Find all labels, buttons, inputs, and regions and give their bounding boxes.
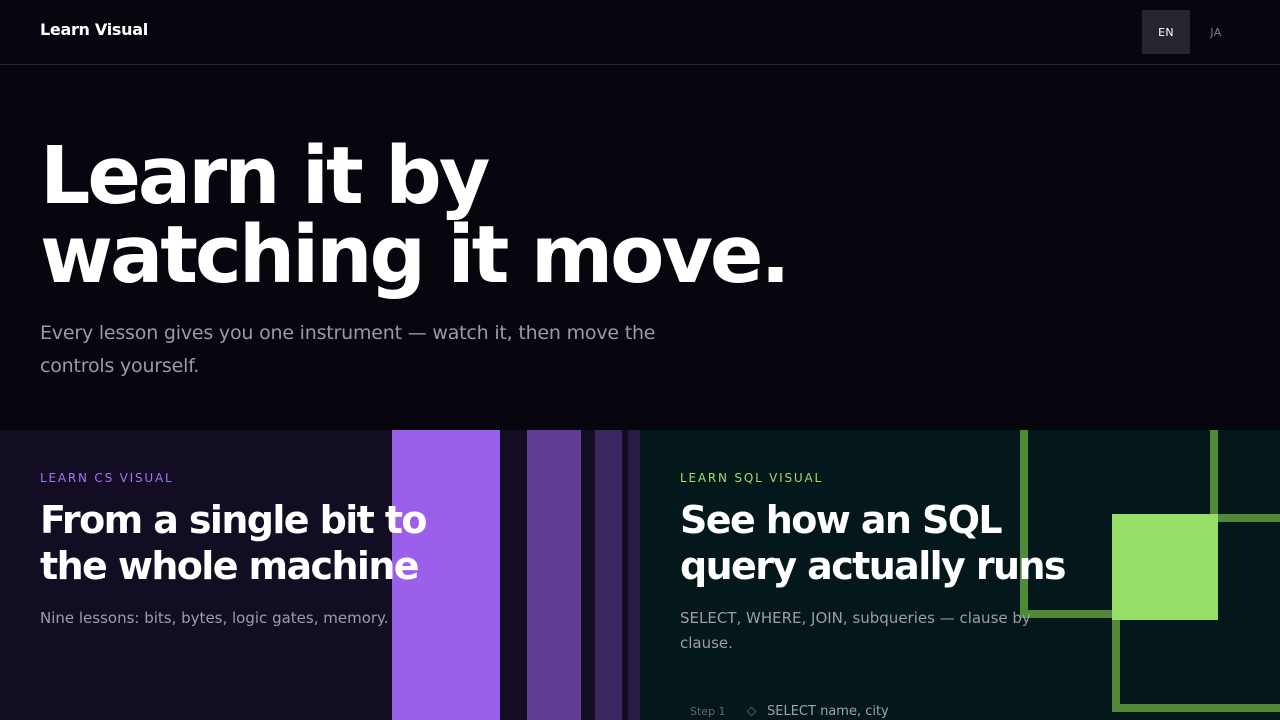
hero-title-line: Learn it by: [40, 130, 490, 222]
language-en-button[interactable]: EN: [1142, 10, 1190, 54]
card-eyebrow: LEARN CS VISUAL: [40, 471, 174, 485]
hero-subtitle: Every lesson gives you one instrument — …: [40, 322, 656, 377]
hero-title: Learn it by watching it move.: [40, 130, 791, 301]
card-eyebrow: LEARN SQL VISUAL: [680, 471, 824, 485]
card-title-line: From a single bit to: [40, 498, 427, 542]
card-description: Nine lessons: bits, bytes, logic gates, …: [40, 609, 389, 627]
course-card-sql[interactable]: LEARN SQL VISUAL See how an SQL query ac…: [640, 430, 1280, 720]
step-code: SELECT name, city: [767, 703, 889, 719]
diamond-icon: [746, 706, 757, 716]
course-card-cs[interactable]: LEARN CS VISUAL From a single bit to the…: [0, 430, 640, 720]
decorative-square-filled: [1112, 514, 1218, 620]
language-ja-button[interactable]: JA: [1192, 10, 1240, 54]
query-step-row: Step 1 SELECT name, city: [690, 702, 889, 720]
card-title-line: query actually runs: [680, 544, 1067, 588]
hero-title-line: watching it move.: [40, 209, 791, 301]
decorative-bar: [595, 430, 622, 720]
card-title-line: See how an SQL: [680, 498, 1003, 542]
card-description: SELECT, WHERE, JOIN, subqueries — clause…: [680, 609, 1031, 652]
card-title-line: the whole machine: [40, 544, 420, 588]
decorative-bar: [628, 430, 640, 720]
brand-logo-link[interactable]: Learn Visual: [40, 20, 148, 39]
decorative-bar: [527, 430, 581, 720]
card-title: From a single bit to the whole machine: [40, 497, 427, 589]
top-navigation: Learn Visual EN JA: [0, 0, 1280, 65]
step-label: Step 1: [690, 704, 726, 718]
card-title: See how an SQL query actually runs: [680, 497, 1067, 589]
